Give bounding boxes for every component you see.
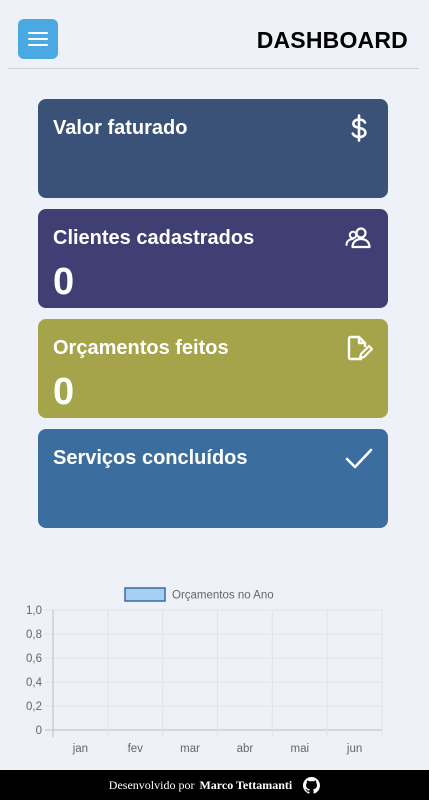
x-tick-label: jun: [346, 743, 362, 755]
menu-button[interactable]: [18, 19, 58, 59]
hamburger-menu-icon: [28, 32, 48, 34]
footer-author[interactable]: Marco Tettamanti: [199, 778, 292, 793]
chart-svg: Orçamentos no Ano 1,0 0,8 0,6 0,4 0,2 0 jan fe…: [26, 587, 383, 755]
y-tick-label: 0,2: [26, 701, 42, 713]
card-value: 0: [53, 261, 75, 303]
y-tick-label: 1,0: [26, 605, 42, 617]
y-tick-label: 0,6: [26, 653, 42, 665]
y-tick-label: 0: [36, 725, 42, 737]
card-label: Clientes cadastrados: [53, 227, 255, 249]
chart-legend: Orçamentos no Ano: [124, 587, 274, 602]
header-divider: [8, 68, 419, 69]
page-title: DASHBOARD: [256, 27, 408, 53]
orcamentos-chart: Orçamentos no Ano 1,0 0,8 0,6 0,4 0,2 0 jan fe…: [0, 580, 429, 770]
card-label: Valor faturado: [53, 117, 188, 139]
check-icon: [344, 443, 374, 473]
x-tick-label: fev: [128, 743, 144, 755]
footer-credit: Desenvolvido por: [108, 777, 195, 792]
card-label: Orçamentos feitos: [53, 337, 229, 359]
card-value: 0: [53, 371, 75, 413]
card-label: Serviços concluídos: [53, 447, 248, 469]
card-clientes-cadastrados[interactable]: Clientes cadastrados 0: [38, 209, 388, 308]
card-servicos-concluidos[interactable]: Serviços concluídos: [38, 429, 388, 528]
legend-swatch: [124, 587, 166, 602]
edit-document-icon: [344, 333, 374, 363]
x-axis-ticks: jan fev mar abr mai jun: [72, 743, 363, 755]
hamburger-line: [28, 38, 48, 40]
card-orcamentos-feitos[interactable]: Orçamentos feitos 0: [38, 319, 388, 418]
hamburger-line: [28, 44, 48, 46]
x-tick-label: jan: [72, 743, 88, 755]
footer: Desenvolvido por Marco Tettamanti: [0, 770, 429, 800]
dollar-icon: [344, 113, 374, 143]
y-tick-label: 0,8: [26, 629, 42, 641]
y-tick-label: 0,4: [26, 677, 43, 689]
y-axis-ticks: 1,0 0,8 0,6 0,4 0,2 0: [26, 605, 43, 737]
legend-label: Orçamentos no Ano: [172, 590, 274, 602]
github-icon[interactable]: [303, 776, 321, 794]
card-valor-faturado[interactable]: Valor faturado: [38, 99, 388, 198]
chart-grid: [45, 609, 383, 737]
x-tick-label: mai: [290, 743, 309, 755]
x-tick-label: mar: [180, 743, 200, 755]
x-tick-label: abr: [237, 743, 254, 755]
header: DASHBOARD: [0, 0, 429, 70]
users-icon: [344, 223, 374, 253]
